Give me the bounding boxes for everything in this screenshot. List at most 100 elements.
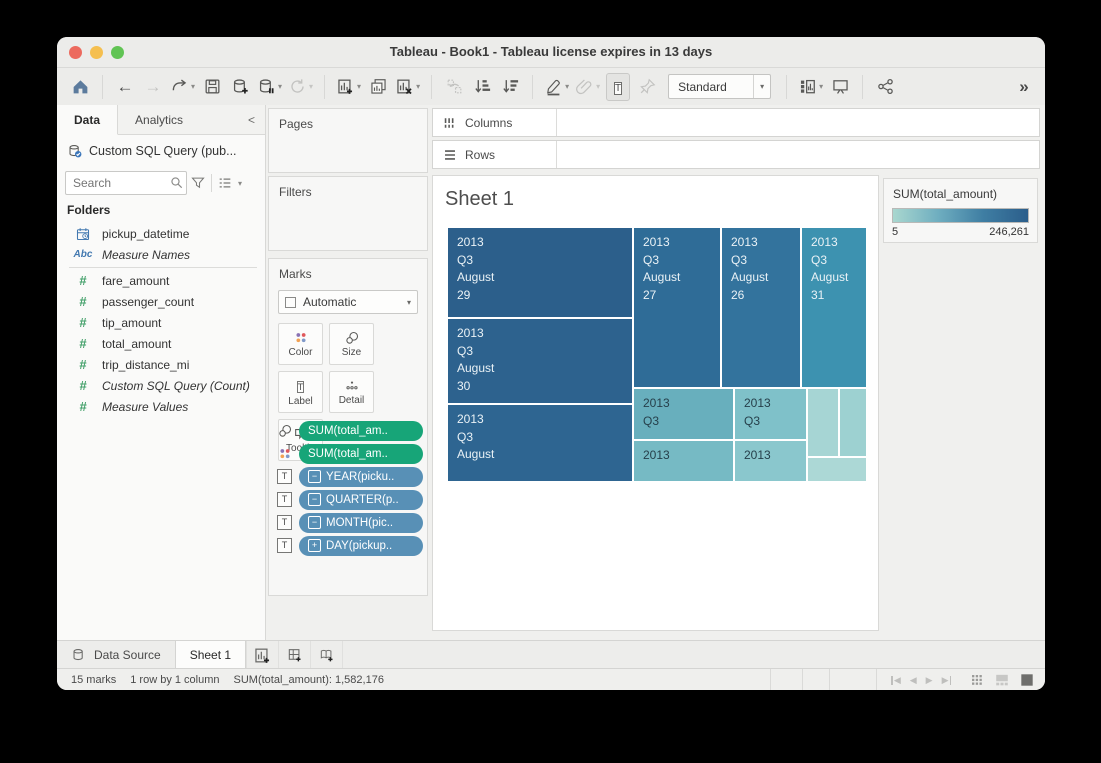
field-item[interactable]: #trip_distance_mi [57,354,265,375]
new-story-tab-button[interactable] [311,641,343,669]
presentation-mode-button[interactable] [829,73,851,101]
field-item[interactable]: #Custom SQL Query (Count) [57,375,265,396]
treemap-cell[interactable]: 2013Q3 [634,389,733,439]
field-pill[interactable]: +DAY(pickup.. [299,536,423,556]
duplicate-sheet-button[interactable] [367,73,389,101]
filters-shelf[interactable]: Filters [268,176,428,251]
marks-detail-button[interactable]: Detail [329,371,374,413]
field-pill[interactable]: SUM(total_am.. [299,444,423,464]
search-input[interactable] [66,176,169,190]
save-button[interactable] [201,73,223,101]
new-dashboard-tab-button[interactable] [279,641,311,669]
treemap-cell[interactable] [808,458,866,481]
search-input-wrap[interactable] [65,171,187,195]
new-worksheet-tab-button[interactable] [246,641,279,669]
pages-shelf[interactable]: Pages [268,108,428,173]
treemap-cell[interactable]: 2013Q3August30 [448,319,632,403]
collapse-icon[interactable]: − [308,493,321,506]
treemap-cell[interactable]: 2013Q3August31 [802,228,866,387]
home-button[interactable] [69,73,91,101]
field-item[interactable]: AbcMeasure Names [57,244,265,265]
show-filmstrip-button[interactable] [969,672,985,688]
size-icon [344,330,360,346]
treemap-cell[interactable]: 2013Q3August26 [722,228,800,387]
tab-sheet-1[interactable]: Sheet 1 [175,641,246,669]
treemap-cell[interactable]: 2013 [634,441,733,481]
field-pill[interactable]: −MONTH(pic.. [299,513,423,533]
marks-label-button[interactable]: TLabel [278,371,323,413]
treemap-cell[interactable]: 2013Q3August29 [448,228,632,317]
show-tabs-button[interactable] [994,672,1010,688]
tab-data[interactable]: Data [57,105,118,135]
pill-label: QUARTER(p.. [326,494,399,506]
field-pill[interactable]: SUM(total_am.. [299,421,423,441]
collapse-icon[interactable]: − [308,516,321,529]
tab-analytics[interactable]: Analytics [118,105,200,134]
field-item[interactable]: #passenger_count [57,291,265,312]
show-mark-labels-button[interactable]: T [606,73,630,101]
treemap-cell[interactable]: 2013Q3 [735,389,806,439]
last-page-button[interactable]: ▶ [942,675,951,686]
dropdown-caret-icon[interactable]: ▾ [596,82,600,91]
pause-auto-updates-button[interactable]: ▾ [257,73,282,101]
tab-data-source[interactable]: Data Source [57,641,175,669]
fit-mode-select[interactable]: Standard▾ [668,74,771,99]
rows-shelf[interactable]: Rows [432,140,1040,169]
back-button[interactable]: ← [114,73,136,101]
highlight-button[interactable]: ▾ [544,73,569,101]
filter-funnel-icon[interactable] [190,175,206,191]
replay-button[interactable]: ▾ [170,73,195,101]
dropdown-caret-icon[interactable]: ▾ [416,82,420,91]
sort-ascending-button[interactable] [471,73,493,101]
show-sheet-button[interactable] [1019,672,1035,688]
format-workbook-button[interactable]: ▾ [575,73,600,101]
legend-gradient[interactable] [892,208,1029,223]
columns-shelf[interactable]: Columns [432,108,1040,137]
duplicate-sheet-icon [369,77,388,96]
collapse-pane-button[interactable]: < [238,105,265,134]
dropdown-caret-icon[interactable]: ▾ [565,82,569,91]
prev-page-button[interactable]: ◀ [910,675,917,686]
treemap-cell[interactable]: 2013 [735,441,806,481]
swap-rows-columns-button[interactable] [443,73,465,101]
show-hide-cards-button[interactable]: ▾ [798,73,823,101]
field-item[interactable]: pickup_datetime [57,223,265,244]
treemap-cell[interactable] [808,389,838,456]
marks-size-button[interactable]: Size [329,323,374,365]
collapse-icon[interactable]: − [308,470,321,483]
datasource-item[interactable]: Custom SQL Query (pub... [57,138,265,164]
treemap-cell[interactable] [840,389,866,456]
dropdown-caret-icon[interactable]: ▾ [191,82,195,91]
new-worksheet-button[interactable]: ▾ [336,73,361,101]
treemap-cell[interactable]: 2013Q3August [448,405,632,481]
mark-type-select[interactable]: Automatic ▾ [278,290,418,314]
forward-button[interactable]: → [142,73,164,101]
cell-label-line: August [731,269,800,287]
field-pill[interactable]: −QUARTER(p.. [299,490,423,510]
dropdown-caret-icon[interactable]: ▾ [357,82,361,91]
field-pill[interactable]: −YEAR(picku.. [299,467,423,487]
run-auto-updates-button[interactable]: ▾ [288,73,313,101]
marks-color-button[interactable]: Color [278,323,323,365]
field-item[interactable]: #total_amount [57,333,265,354]
view-options-icon[interactable] [217,175,233,191]
first-page-button[interactable]: ◀ [891,675,900,686]
field-item[interactable]: #Measure Values [57,396,265,417]
expand-icon[interactable]: + [308,539,321,552]
field-item[interactable]: #tip_amount [57,312,265,333]
dropdown-caret-icon[interactable]: ▾ [278,82,282,91]
treemap-cell[interactable]: 2013Q3August27 [634,228,720,387]
share-button[interactable] [874,73,896,101]
field-item[interactable]: #fare_amount [57,270,265,291]
dropdown-caret-icon[interactable]: ▾ [819,82,823,91]
next-page-button[interactable]: ▶ [926,675,933,686]
clear-sheet-button[interactable]: ▾ [395,73,420,101]
new-data-source-button[interactable] [229,73,251,101]
sort-descending-button[interactable] [499,73,521,101]
title-bar[interactable]: Tableau - Book1 - Tableau license expire… [57,37,1045,68]
fix-axes-button[interactable] [636,73,658,101]
toolbar-overflow-button[interactable]: » [1011,73,1033,101]
dropdown-caret-icon[interactable]: ▾ [309,82,313,91]
view-options-caret-icon[interactable]: ▾ [238,179,242,188]
color-legend[interactable]: SUM(total_amount) 5 246,261 [883,178,1038,243]
